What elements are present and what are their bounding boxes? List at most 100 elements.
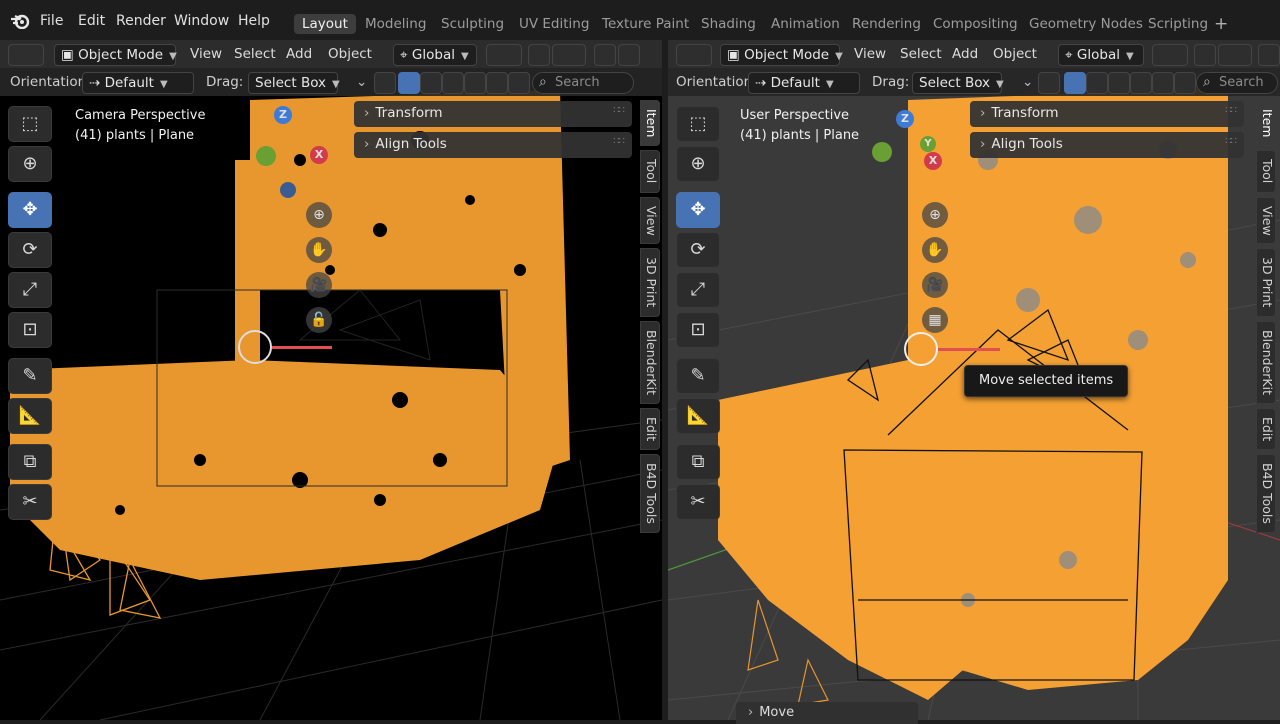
tab-layout[interactable]: Layout: [294, 14, 356, 34]
gizmo-x-axis[interactable]: X: [310, 146, 328, 164]
tab-texture-paint[interactable]: Texture Paint: [602, 16, 689, 32]
transform-orientation-dropdown[interactable]: ⌖ Global ▼: [393, 44, 477, 66]
move-tool-icon[interactable]: ✥: [8, 192, 52, 228]
grid-view-icon[interactable]: ▦: [922, 307, 948, 333]
drag-handle-icon[interactable]: ∷∷: [613, 136, 625, 147]
tab-geometry-nodes[interactable]: Geometry Nodes: [1029, 16, 1143, 32]
mode-dropdown[interactable]: ▣ Object Mode ▼: [720, 44, 843, 66]
menu-render[interactable]: Render: [116, 13, 166, 29]
sidebar-tab-tool[interactable]: Tool: [640, 150, 660, 193]
menu-object[interactable]: Object: [993, 46, 1037, 62]
cursor-tool-icon[interactable]: ⊕: [676, 146, 720, 182]
cut-tool-icon[interactable]: ✂: [676, 484, 720, 520]
menu-view[interactable]: View: [854, 46, 886, 62]
falloff-icon[interactable]: [618, 44, 640, 66]
menu-window[interactable]: Window: [174, 13, 229, 29]
gizmo-neg-y-icon[interactable]: [872, 142, 892, 162]
sidebar-tab-view[interactable]: View: [1256, 196, 1276, 245]
menu-add[interactable]: Add: [952, 46, 978, 62]
shading-solid-icon[interactable]: [1086, 72, 1108, 94]
zoom-icon[interactable]: ⊕: [922, 202, 948, 228]
sidebar-tab-edit[interactable]: Edit: [1256, 407, 1276, 450]
proportional-edit-icon[interactable]: [1258, 44, 1280, 66]
sidebar-tab-blenderkit[interactable]: BlenderKit: [640, 320, 660, 404]
proportional-edit-icon[interactable]: [594, 44, 616, 66]
brush-icon[interactable]: [1152, 72, 1174, 94]
overlay-chevron-icon[interactable]: ⌄: [356, 74, 367, 90]
snap-target-icon[interactable]: [552, 44, 586, 66]
menu-add[interactable]: Add: [286, 46, 312, 62]
menu-select[interactable]: Select: [234, 46, 276, 62]
menu-edit[interactable]: Edit: [78, 13, 105, 29]
menu-object[interactable]: Object: [328, 46, 372, 62]
gizmo-x-arrow[interactable]: [938, 348, 1000, 351]
operator-panel-move[interactable]: › Move: [736, 702, 918, 724]
menu-help[interactable]: Help: [238, 13, 270, 29]
gizmo-x-arrow[interactable]: [272, 346, 332, 349]
shading-solid-icon[interactable]: [420, 72, 442, 94]
sidebar-tab-item[interactable]: Item: [640, 100, 660, 147]
drag-handle-icon[interactable]: ∷∷: [613, 105, 625, 116]
sidebar-tab-edit[interactable]: Edit: [640, 407, 660, 450]
sidebar-tab-b4d-tools[interactable]: B4D Tools: [640, 453, 660, 533]
shading-rendered-icon[interactable]: [1130, 72, 1152, 94]
shading-rendered-icon[interactable]: [464, 72, 486, 94]
pivot-point-icon[interactable]: [1152, 44, 1188, 66]
drag-dropdown[interactable]: Select Box ▼: [912, 72, 1004, 94]
tab-sculpting[interactable]: Sculpting: [441, 16, 504, 32]
transform-gizmo-center[interactable]: [904, 332, 938, 366]
tab-animation[interactable]: Animation: [771, 16, 840, 32]
tab-shading[interactable]: Shading: [701, 16, 756, 32]
gizmo-z-axis[interactable]: Z: [274, 106, 292, 124]
gizmo-neg-z-icon[interactable]: [280, 182, 296, 198]
shading-wireframe-icon[interactable]: [398, 72, 420, 94]
search-input[interactable]: Search: [532, 72, 634, 94]
cut-tool-icon[interactable]: ✂: [8, 484, 52, 520]
search-input[interactable]: Search: [1196, 72, 1278, 94]
scale-tool-icon[interactable]: ⤢: [676, 272, 720, 308]
sidebar-tab-tool[interactable]: Tool: [1256, 150, 1276, 193]
add-cube-tool-icon[interactable]: ⧉: [8, 444, 52, 480]
align-tools-panel[interactable]: › Align Tools ∷∷: [354, 132, 632, 158]
zoom-icon[interactable]: ⊕: [306, 202, 332, 228]
move-tool-icon[interactable]: ✥: [676, 192, 720, 228]
collection-icon[interactable]: [1174, 72, 1196, 94]
shading-material-icon[interactable]: [442, 72, 464, 94]
transform-panel[interactable]: › Transform ∷∷: [970, 101, 1244, 127]
overlay-chevron-icon[interactable]: ⌄: [1022, 74, 1033, 90]
add-cube-tool-icon[interactable]: ⧉: [676, 444, 720, 480]
gizmo-color-icon[interactable]: [374, 72, 396, 94]
orientation-dropdown[interactable]: ⇢ Default ▼: [748, 72, 860, 94]
gizmo-x-axis[interactable]: X: [924, 152, 942, 170]
editor-type-icon[interactable]: [8, 44, 44, 66]
shading-material-icon[interactable]: [1108, 72, 1130, 94]
camera-icon[interactable]: 🎥: [922, 272, 948, 298]
sidebar-tab-b4d-tools[interactable]: B4D Tools: [1256, 453, 1276, 533]
gizmo-y-axis-icon[interactable]: [256, 146, 276, 166]
brush-icon[interactable]: [486, 72, 508, 94]
orientation-dropdown[interactable]: ⇢ Default ▼: [82, 72, 194, 94]
rotate-tool-icon[interactable]: ⟳: [676, 232, 720, 268]
transform-panel[interactable]: › Transform ∷∷: [354, 101, 632, 127]
menu-file[interactable]: File: [40, 13, 63, 29]
select-box-tool-icon[interactable]: ⬚: [8, 106, 52, 142]
align-tools-panel[interactable]: › Align Tools ∷∷: [970, 132, 1244, 158]
transform-tool-icon[interactable]: ⊡: [676, 312, 720, 348]
blender-logo-icon[interactable]: [10, 13, 30, 33]
editor-type-icon[interactable]: [676, 44, 712, 66]
pivot-point-icon[interactable]: [486, 44, 522, 66]
snap-target-icon[interactable]: [1218, 44, 1252, 66]
gizmo-y-axis[interactable]: Y: [920, 136, 936, 152]
tab-modeling[interactable]: Modeling: [365, 16, 426, 32]
annotate-tool-icon[interactable]: ✎: [8, 358, 52, 394]
drag-handle-icon[interactable]: ∷∷: [1225, 136, 1237, 147]
transform-gizmo-center[interactable]: [238, 330, 272, 364]
snap-icon[interactable]: [528, 44, 550, 66]
gizmo-color-icon[interactable]: [1038, 72, 1060, 94]
annotate-tool-icon[interactable]: ✎: [676, 358, 720, 394]
tab-uv-editing[interactable]: UV Editing: [519, 16, 589, 32]
tab-compositing[interactable]: Compositing: [933, 16, 1018, 32]
pan-hand-icon[interactable]: ✋: [306, 237, 332, 263]
sidebar-tab-3d-print[interactable]: 3D Print: [640, 248, 660, 317]
sidebar-tab-view[interactable]: View: [640, 196, 660, 245]
